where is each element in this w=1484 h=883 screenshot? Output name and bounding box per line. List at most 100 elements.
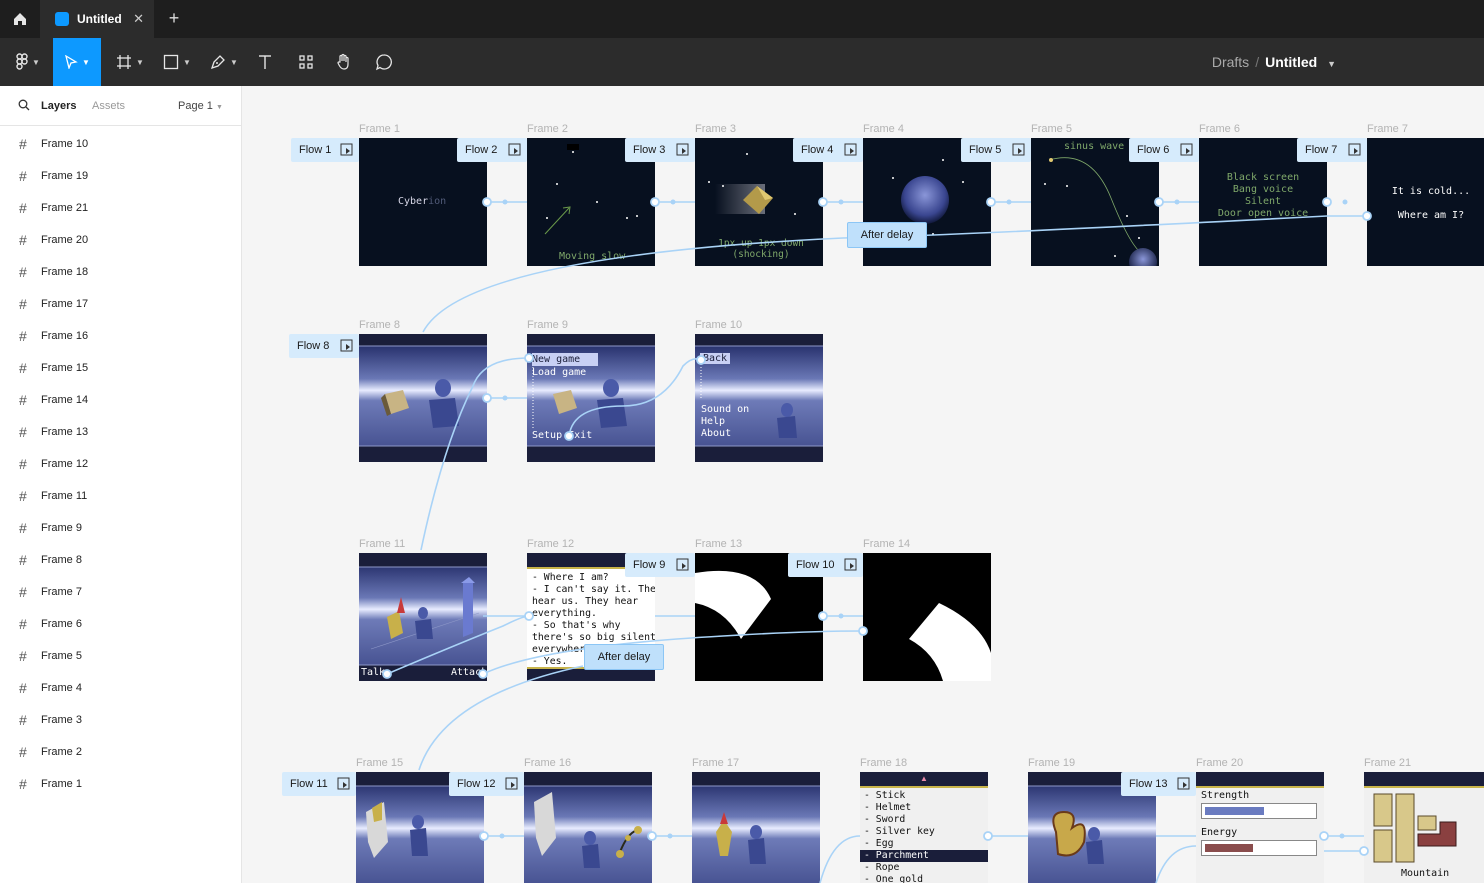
flow-start-8[interactable]: Flow 8 [289, 334, 359, 358]
inventory-item[interactable]: - Egg [864, 838, 988, 850]
frame-label[interactable]: Frame 8 [359, 319, 400, 331]
inventory-item[interactable]: - One gold [864, 874, 988, 883]
frame-8[interactable] [359, 334, 487, 462]
play-flow-icon[interactable] [1180, 143, 1194, 157]
frame-label[interactable]: Frame 21 [1364, 757, 1411, 769]
play-flow-icon[interactable] [340, 339, 354, 353]
frame-label[interactable]: Frame 9 [527, 319, 568, 331]
menu-item-new-game[interactable]: New game [532, 353, 598, 366]
inventory-item[interactable]: - Rope [864, 862, 988, 874]
flow-start-7[interactable]: Flow 7 [1297, 138, 1367, 162]
frame-label[interactable]: Frame 7 [1367, 123, 1408, 135]
action-talk[interactable]: Talk [361, 667, 385, 678]
play-flow-icon[interactable] [844, 558, 858, 572]
frame-9[interactable]: New game Load game Setup Exit [527, 334, 655, 462]
search-icon[interactable] [18, 99, 30, 111]
flow-start-1[interactable]: Flow 1 [291, 138, 359, 162]
flow-start-6[interactable]: Flow 6 [1129, 138, 1199, 162]
frame-label[interactable]: Frame 6 [1199, 123, 1240, 135]
frame-label[interactable]: Frame 20 [1196, 757, 1243, 769]
layer-item[interactable]: # Frame 9 [0, 512, 241, 544]
menu-item-setup[interactable]: Setup [532, 430, 562, 441]
breadcrumb-drafts[interactable]: Drafts [1212, 54, 1249, 70]
inventory-item[interactable]: - Helmet [864, 802, 988, 814]
play-flow-icon[interactable] [505, 777, 519, 791]
option-about[interactable]: About [701, 428, 749, 440]
play-flow-icon[interactable] [676, 558, 690, 572]
inventory-item[interactable]: - Sword [864, 814, 988, 826]
inventory-item[interactable]: - Silver key [864, 826, 988, 838]
frame-11[interactable]: Talk Attack [359, 553, 487, 681]
trigger-after-delay[interactable]: After delay [847, 222, 927, 248]
play-flow-icon[interactable] [676, 143, 690, 157]
frame-10[interactable]: Back Sound on Help About [695, 334, 823, 462]
flow-start-5[interactable]: Flow 5 [961, 138, 1031, 162]
home-button[interactable] [0, 0, 40, 38]
flow-start-10[interactable]: Flow 10 [788, 553, 863, 577]
flow-start-9[interactable]: Flow 9 [625, 553, 695, 577]
play-flow-icon[interactable] [508, 143, 522, 157]
play-flow-icon[interactable] [337, 777, 351, 791]
play-flow-icon[interactable] [1177, 777, 1191, 791]
tab-layers[interactable]: Layers [41, 100, 76, 112]
option-help[interactable]: Help [701, 416, 749, 428]
tab-assets[interactable]: Assets [92, 100, 125, 112]
layer-item[interactable]: # Frame 6 [0, 608, 241, 640]
frame-label[interactable]: Frame 12 [527, 538, 574, 550]
layer-item[interactable]: # Frame 20 [0, 224, 241, 256]
file-tab[interactable]: Untitled ✕ [40, 0, 154, 38]
frame-18[interactable]: ▲ - Stick - Helmet - Sword - Silver key … [860, 772, 988, 883]
play-flow-icon[interactable] [1348, 143, 1362, 157]
layer-item[interactable]: # Frame 8 [0, 544, 241, 576]
frame-7[interactable]: It is cold... Where am I? [1367, 138, 1484, 266]
flow-start-12[interactable]: Flow 12 [449, 772, 524, 796]
frame-label[interactable]: Frame 10 [695, 319, 742, 331]
frame-label[interactable]: Frame 19 [1028, 757, 1075, 769]
layer-item[interactable]: # Frame 4 [0, 672, 241, 704]
frame-tool-button[interactable]: ▼ [110, 38, 150, 86]
back-button[interactable]: Back [700, 353, 731, 364]
inventory-item[interactable]: - Stick [864, 790, 988, 802]
layer-item[interactable]: # Frame 2 [0, 736, 241, 768]
layer-item[interactable]: # Frame 19 [0, 160, 241, 192]
breadcrumb-file[interactable]: Untitled [1265, 54, 1317, 70]
menu-item-exit[interactable]: Exit [568, 430, 592, 441]
layer-item[interactable]: # Frame 15 [0, 352, 241, 384]
layer-item[interactable]: # Frame 14 [0, 384, 241, 416]
move-tool-button[interactable]: ▼ [53, 38, 101, 86]
flow-start-11[interactable]: Flow 11 [282, 772, 356, 796]
frame-label[interactable]: Frame 2 [527, 123, 568, 135]
flow-start-2[interactable]: Flow 2 [457, 138, 527, 162]
layer-item[interactable]: # Frame 21 [0, 192, 241, 224]
resources-button[interactable] [293, 38, 319, 86]
layer-item[interactable]: # Frame 11 [0, 480, 241, 512]
layer-item[interactable]: # Frame 12 [0, 448, 241, 480]
chevron-down-icon[interactable]: ▼ [1327, 59, 1336, 69]
play-flow-icon[interactable] [1012, 143, 1026, 157]
comment-tool-button[interactable] [371, 38, 397, 86]
trigger-after-delay[interactable]: After delay [584, 644, 664, 670]
frame-label[interactable]: Frame 16 [524, 757, 571, 769]
hand-tool-button[interactable] [331, 38, 357, 86]
layer-item[interactable]: # Frame 5 [0, 640, 241, 672]
layer-item[interactable]: # Frame 16 [0, 320, 241, 352]
layer-item[interactable]: # Frame 3 [0, 704, 241, 736]
layer-item[interactable]: # Frame 17 [0, 288, 241, 320]
flow-start-4[interactable]: Flow 4 [793, 138, 863, 162]
pen-tool-button[interactable]: ▼ [204, 38, 244, 86]
inventory-item-selected[interactable]: - Parchment [860, 850, 988, 862]
frame-label[interactable]: Frame 4 [863, 123, 904, 135]
text-tool-button[interactable] [252, 38, 278, 86]
frame-14[interactable] [863, 553, 991, 681]
frame-label[interactable]: Frame 15 [356, 757, 403, 769]
action-attack[interactable]: Attack [451, 667, 485, 678]
frame-label[interactable]: Frame 13 [695, 538, 742, 550]
layer-item[interactable]: # Frame 13 [0, 416, 241, 448]
frame-label[interactable]: Frame 5 [1031, 123, 1072, 135]
page-selector[interactable]: Page 1 ▼ [178, 100, 223, 112]
frame-17[interactable] [692, 772, 820, 883]
flow-start-3[interactable]: Flow 3 [625, 138, 695, 162]
frame-label[interactable]: Frame 14 [863, 538, 910, 550]
frame-20[interactable]: Strength Energy [1196, 772, 1324, 883]
shape-tool-button[interactable]: ▼ [157, 38, 197, 86]
